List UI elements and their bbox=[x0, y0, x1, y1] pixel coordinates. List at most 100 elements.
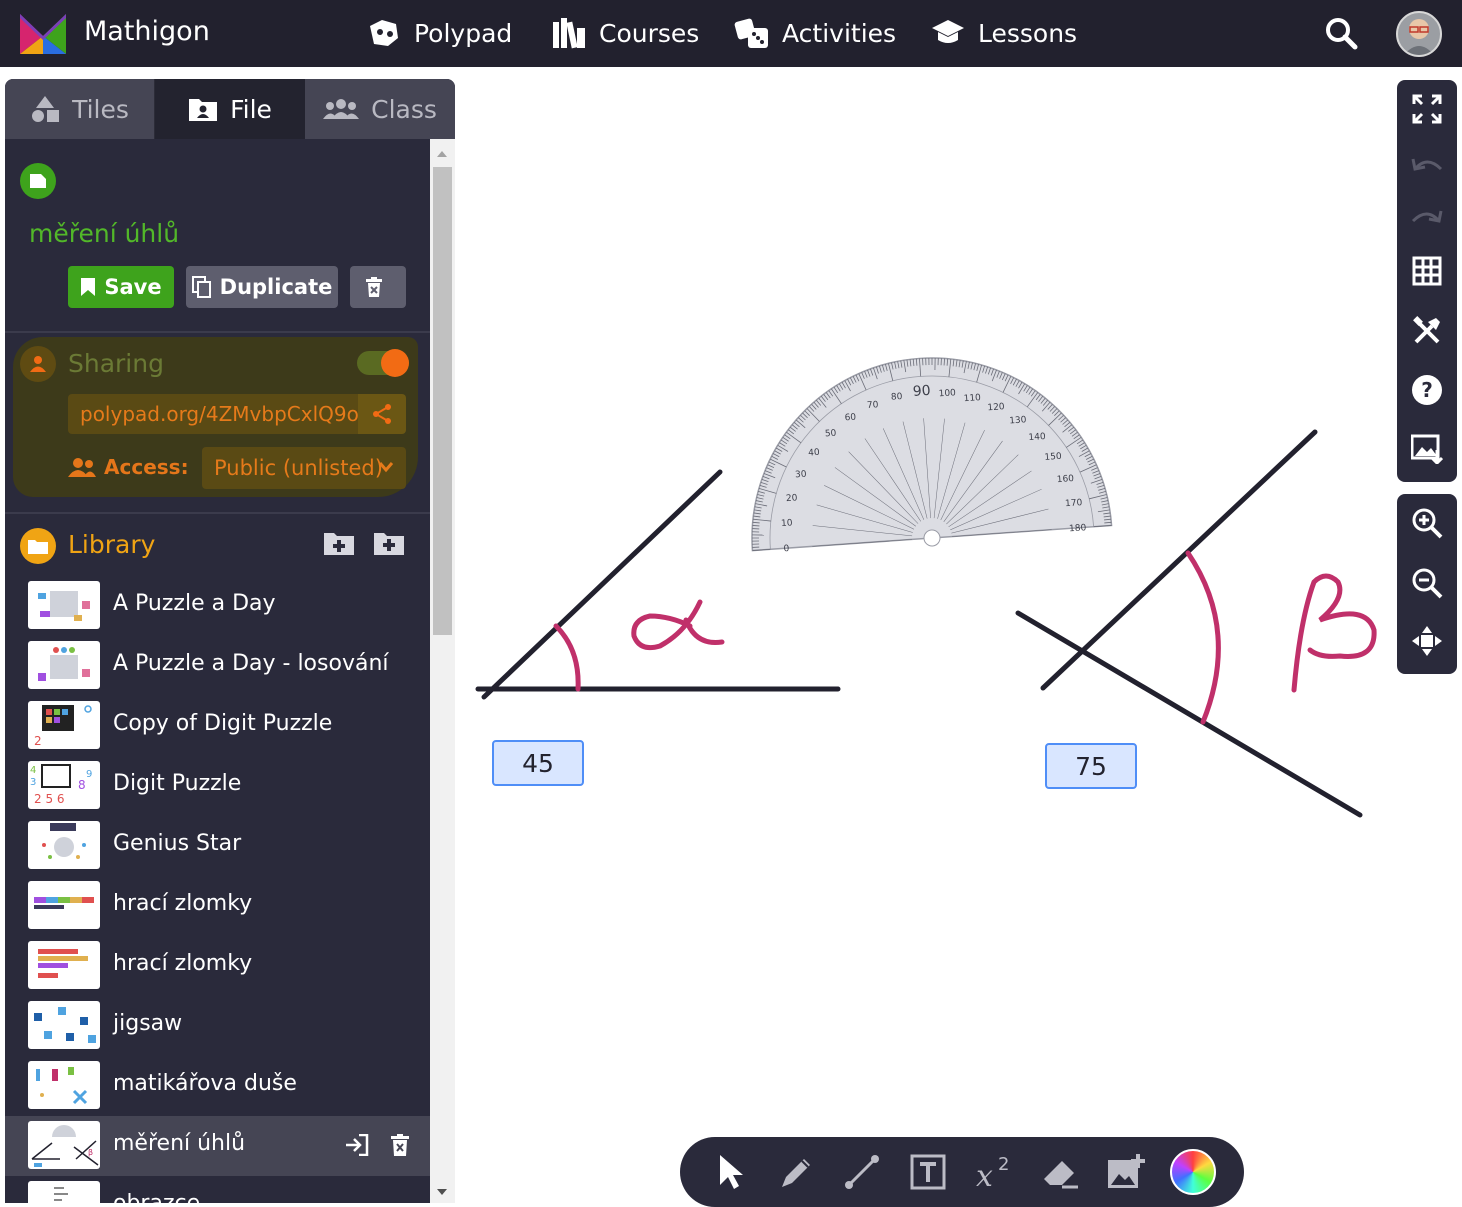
scroll-down-arrow[interactable] bbox=[437, 1189, 447, 1195]
nav-activities[interactable]: Activities bbox=[734, 16, 896, 50]
polypad-canvas[interactable]: 0 10 20 3040 50 60 70 80 90 100 110 120 130140 150 160… bbox=[455, 67, 1397, 1207]
protractor[interactable]: 0 10 20 3040 50 60 70 80 90 100 110 120 130140 150 160… bbox=[740, 346, 1113, 559]
protractor-label: 170 bbox=[1065, 498, 1083, 509]
tab-tiles-label: Tiles bbox=[72, 94, 129, 124]
library-item[interactable]: Genius Star bbox=[5, 816, 430, 876]
help-button[interactable]: ? bbox=[1410, 373, 1444, 407]
share-link-field[interactable]: polypad.org/4ZMvbpCxlQ9o bbox=[68, 394, 359, 434]
library-item-thumbnail bbox=[28, 1061, 100, 1109]
save-button[interactable]: Save bbox=[68, 266, 174, 308]
library-item-thumbnail bbox=[28, 881, 100, 929]
nav-polypad[interactable]: Polypad bbox=[366, 16, 512, 50]
pan-button[interactable] bbox=[1410, 624, 1444, 658]
new-file-icon[interactable] bbox=[374, 531, 404, 555]
svg-text:9: 9 bbox=[86, 769, 92, 780]
library-item[interactable]: jigsaw bbox=[5, 996, 430, 1056]
mathigon-logo[interactable] bbox=[20, 14, 66, 54]
insert-image-button[interactable] bbox=[1103, 1149, 1149, 1195]
library-list: A Puzzle a Day A Puzzle a Day - losování… bbox=[5, 576, 430, 1203]
open-file-icon[interactable] bbox=[345, 1134, 369, 1156]
library-item-label: Genius Star bbox=[113, 831, 242, 856]
library-item-thumbnail: β bbox=[28, 1121, 100, 1169]
svg-text:x: x bbox=[976, 1159, 993, 1192]
folder-icon bbox=[28, 540, 48, 554]
library-item[interactable]: hrací zlomky bbox=[5, 876, 430, 936]
nav-lessons[interactable]: Lessons bbox=[930, 16, 1077, 50]
redo-icon bbox=[1411, 210, 1443, 223]
access-select[interactable]: Public (unlisted) bbox=[202, 447, 406, 489]
share-icon bbox=[373, 404, 391, 424]
tab-tiles[interactable]: Tiles bbox=[5, 79, 155, 139]
zoom-in-button[interactable] bbox=[1410, 506, 1444, 540]
nav-courses[interactable]: Courses bbox=[551, 16, 699, 50]
trash-icon bbox=[366, 277, 382, 297]
scroll-up-arrow[interactable] bbox=[437, 151, 447, 157]
duplicate-button[interactable]: Duplicate bbox=[186, 266, 338, 308]
protractor-label: 50 bbox=[825, 429, 837, 440]
tab-file[interactable]: File bbox=[155, 79, 305, 139]
library-item-active[interactable]: β měření úhlů bbox=[5, 1116, 430, 1176]
share-link-button[interactable] bbox=[358, 394, 406, 434]
delete-file-button[interactable] bbox=[350, 266, 406, 308]
library-item[interactable]: A Puzzle a Day - losování bbox=[5, 636, 430, 696]
protractor-label: 130 bbox=[1009, 415, 1027, 426]
protractor-label: 10 bbox=[781, 518, 793, 529]
file-title[interactable]: měření úhlů bbox=[29, 219, 179, 248]
sidebar-panel: Tiles File Class měření úhlů Save Duplic… bbox=[5, 79, 455, 1203]
undo-button[interactable] bbox=[1410, 148, 1444, 182]
line-icon bbox=[845, 1155, 879, 1189]
zoom-out-button[interactable] bbox=[1410, 566, 1444, 600]
new-folder-icon[interactable] bbox=[324, 531, 354, 555]
library-item[interactable]: A Puzzle a Day bbox=[5, 576, 430, 636]
protractor-label: 0 bbox=[783, 544, 790, 554]
search-icon[interactable] bbox=[1324, 16, 1358, 50]
brand-name[interactable]: Mathigon bbox=[84, 16, 210, 47]
equation-tool-button[interactable]: x2 bbox=[971, 1149, 1017, 1195]
beta-symbol bbox=[1291, 573, 1377, 693]
shapes-icon bbox=[32, 96, 60, 122]
library-item-label: matikářova duše bbox=[113, 1071, 297, 1096]
sharing-toggle-knob[interactable] bbox=[381, 349, 409, 377]
nav-lessons-label: Lessons bbox=[978, 18, 1078, 48]
tools-button[interactable] bbox=[1410, 314, 1444, 348]
text-tool-button[interactable] bbox=[905, 1149, 951, 1195]
library-item[interactable]: 43 2 5 6 89 Digit Puzzle bbox=[5, 756, 430, 816]
protractor-tick bbox=[922, 358, 924, 366]
select-tool-button[interactable] bbox=[708, 1149, 754, 1195]
answer-box-alpha[interactable]: 45 bbox=[492, 740, 584, 786]
library-item[interactable]: hrací zlomky bbox=[5, 936, 430, 996]
export-image-button[interactable] bbox=[1410, 432, 1444, 466]
library-item-label: obrazce bbox=[113, 1191, 200, 1203]
tab-class[interactable]: Class bbox=[305, 79, 455, 139]
protractor-label: 20 bbox=[786, 493, 798, 504]
question-icon: ? bbox=[1412, 375, 1442, 405]
user-avatar[interactable] bbox=[1396, 11, 1442, 57]
library-item[interactable]: matikářova duše bbox=[5, 1056, 430, 1116]
fullscreen-button[interactable] bbox=[1410, 92, 1444, 126]
angle-alpha-arm[interactable] bbox=[481, 469, 723, 700]
library-item-label: jigsaw bbox=[113, 1011, 183, 1036]
eraser-tool-button[interactable] bbox=[1037, 1149, 1083, 1195]
grid-icon bbox=[1412, 256, 1442, 286]
library-item-label: měření úhlů bbox=[113, 1131, 246, 1156]
sidebar-tabs: Tiles File Class bbox=[5, 79, 455, 139]
trash-icon[interactable] bbox=[391, 1134, 409, 1156]
books-icon bbox=[553, 18, 585, 49]
library-item-thumbnail bbox=[28, 1181, 100, 1203]
tab-file-label: File bbox=[230, 94, 272, 124]
color-picker-button[interactable] bbox=[1170, 1149, 1216, 1195]
library-item[interactable]: 2 Copy of Digit Puzzle bbox=[5, 696, 430, 756]
sidebar-scrollbar-thumb[interactable] bbox=[433, 167, 452, 635]
pen-tool-button[interactable] bbox=[774, 1149, 820, 1195]
bottom-toolbar: x2 bbox=[680, 1137, 1244, 1207]
access-label-text: Access: bbox=[104, 455, 189, 479]
protractor-tick bbox=[931, 358, 933, 365]
line-tool-button[interactable] bbox=[839, 1149, 885, 1195]
move-arrows-icon bbox=[1412, 626, 1442, 656]
redo-button[interactable] bbox=[1410, 200, 1444, 234]
library-item[interactable]: obrazce bbox=[5, 1176, 430, 1203]
library-section-icon bbox=[20, 528, 56, 564]
answer-box-beta[interactable]: 75 bbox=[1045, 743, 1137, 789]
bookmark-icon bbox=[81, 278, 96, 296]
grid-button[interactable] bbox=[1410, 254, 1444, 288]
